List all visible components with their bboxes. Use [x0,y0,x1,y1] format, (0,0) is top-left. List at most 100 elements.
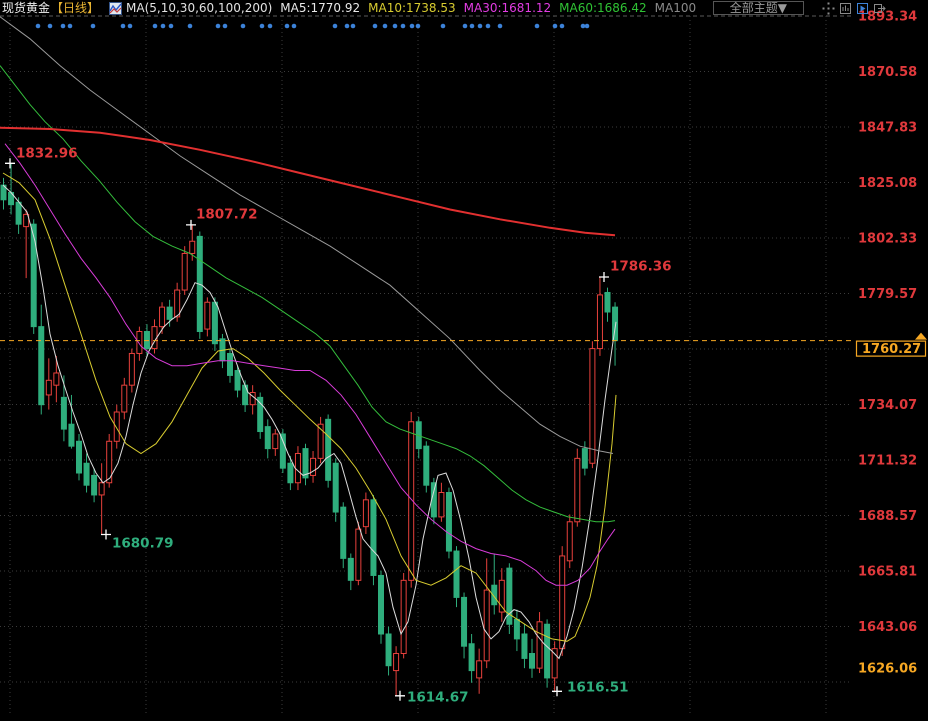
candle-up[interactable] [484,590,489,661]
candle-down[interactable] [92,475,97,495]
candle-down[interactable] [333,463,338,512]
candle-down[interactable] [446,493,451,552]
candle-down[interactable] [522,634,527,658]
candle-down[interactable] [167,307,172,319]
candle-up[interactable] [273,434,278,449]
candle-down[interactable] [69,424,74,446]
candle-down[interactable] [454,551,459,597]
candle-down[interactable] [348,558,353,580]
event-dot[interactable] [535,24,540,29]
event-dot[interactable] [333,24,338,29]
candle-down[interactable] [514,619,519,639]
event-dot[interactable] [128,24,133,29]
event-dot[interactable] [463,24,468,29]
event-dot[interactable] [223,24,228,29]
event-dot[interactable] [161,24,166,29]
event-dot[interactable] [48,24,53,29]
event-dot[interactable] [241,24,246,29]
pan-icon[interactable] [822,2,835,15]
candle-up[interactable] [552,649,557,678]
candle-down[interactable] [379,575,384,634]
candle-up[interactable] [560,556,565,649]
candle-up[interactable] [477,661,482,678]
event-dot[interactable] [345,24,350,29]
candle-up[interactable] [311,458,316,475]
candle-up[interactable] [439,493,444,517]
timeframe-label[interactable]: 【日线】 [51,2,99,15]
candle-down[interactable] [212,302,217,343]
event-dot[interactable] [188,24,193,29]
candle-up[interactable] [363,500,368,527]
candle-down[interactable] [77,441,82,473]
event-dot[interactable] [91,24,96,29]
event-dot[interactable] [470,24,475,29]
candle-down[interactable] [386,634,391,666]
event-dot[interactable] [260,24,265,29]
candle-up[interactable] [182,253,187,290]
event-dot[interactable] [581,24,586,29]
event-dot[interactable] [585,24,590,29]
candle-up[interactable] [567,522,572,561]
candle-up[interactable] [54,373,59,385]
candle-up[interactable] [401,580,406,653]
candle-up[interactable] [175,290,180,317]
event-dot[interactable] [393,24,398,29]
event-dot[interactable] [351,24,356,29]
event-dot[interactable] [416,24,421,29]
candle-down[interactable] [39,327,44,405]
candle-down[interactable] [235,371,240,391]
candle-up[interactable] [356,529,361,580]
export-window-icon[interactable] [873,2,886,15]
candle-up[interactable] [537,622,542,668]
event-dot[interactable] [441,24,446,29]
candle-down[interactable] [243,385,248,405]
event-dot[interactable] [486,24,491,29]
candle-up[interactable] [122,385,127,412]
event-dot[interactable] [285,24,290,29]
event-dot[interactable] [553,24,558,29]
candle-down[interactable] [228,353,233,375]
candle-down[interactable] [144,332,149,349]
event-dot[interactable] [560,24,565,29]
candle-up[interactable] [99,483,104,495]
event-dot[interactable] [383,24,388,29]
event-dot[interactable] [169,24,174,29]
candle-up[interactable] [160,307,165,327]
event-dot[interactable] [68,24,73,29]
event-dot[interactable] [478,24,483,29]
event-dot[interactable] [216,24,221,29]
candle-down[interactable] [462,597,467,646]
candle-up[interactable] [590,349,595,464]
candle-down[interactable] [280,434,285,468]
chart-play-icon[interactable] [856,2,869,15]
event-dot[interactable] [401,24,406,29]
candle-down[interactable] [326,419,331,480]
candle-down[interactable] [371,500,376,576]
candle-down[interactable] [582,449,587,469]
event-dot[interactable] [153,24,158,29]
candle-up[interactable] [137,332,142,354]
candle-up[interactable] [129,353,134,385]
grid-layout-icon[interactable] [839,2,852,15]
ma-indicator-icon[interactable] [109,2,122,15]
candle-down[interactable] [61,397,66,429]
event-dot[interactable] [268,24,273,29]
candle-down[interactable] [545,624,550,678]
candle-up[interactable] [575,458,580,521]
event-dot[interactable] [498,24,503,29]
theme-selector-button[interactable]: 全部主题▼ [713,1,804,15]
candle-up[interactable] [295,453,300,482]
candle-down[interactable] [613,307,618,340]
candle-up[interactable] [205,302,210,329]
candle-down[interactable] [530,654,535,669]
event-dot[interactable] [61,24,66,29]
event-dot[interactable] [410,24,415,29]
candle-up[interactable] [394,654,399,671]
candle-down[interactable] [265,427,270,449]
candle-up[interactable] [46,380,51,395]
candle-up[interactable] [114,412,119,441]
candle-down[interactable] [31,224,36,326]
candle-down[interactable] [605,292,610,312]
candle-down[interactable] [341,507,346,558]
candle-down[interactable] [84,463,89,485]
